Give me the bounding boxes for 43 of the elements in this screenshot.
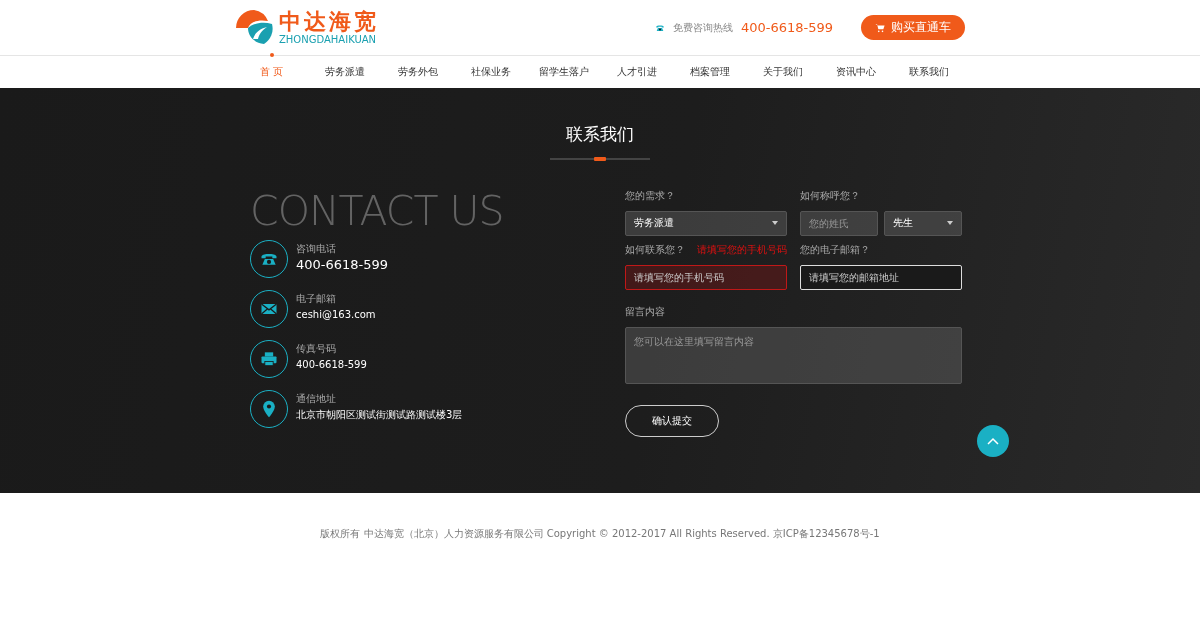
need-select[interactable]: 劳务派遣 xyxy=(625,210,787,236)
field-label: 如何联系您？ xyxy=(625,244,685,258)
field-label: 您的需求？ xyxy=(625,190,675,203)
contact-value: 400-6618-599 xyxy=(296,358,367,372)
contact-label: 传真号码 xyxy=(296,343,337,355)
field-label: 您的电子邮箱？ xyxy=(800,244,870,258)
nav-tab[interactable]: 资讯中心 xyxy=(819,56,892,88)
title-select[interactable]: 先生 xyxy=(884,210,962,236)
nav-tab[interactable]: 关于我们 xyxy=(746,56,819,88)
email-field[interactable]: 请填写您的邮箱地址 xyxy=(800,264,962,290)
contact-heading: CONTACT US xyxy=(250,188,504,234)
phone-field[interactable]: 请填写您的手机号码 xyxy=(625,264,787,290)
contact-label: 电子邮箱 xyxy=(296,293,337,305)
error-message: 请填写您的手机号码 xyxy=(697,244,787,258)
caret-icon xyxy=(772,221,778,226)
name-field[interactable]: 您的姓氏 xyxy=(800,210,878,236)
contact-label: 咨询电话 xyxy=(296,243,337,255)
contact-label: 通信地址 xyxy=(296,393,337,405)
cart-icon xyxy=(875,22,885,33)
nav-tab[interactable]: 社保业务 xyxy=(454,56,527,88)
caret-icon xyxy=(947,221,953,226)
contact-value: ceshi@163.com xyxy=(296,308,376,322)
logo-text: 中达海宽 xyxy=(279,9,379,34)
message-field[interactable]: 您可以在这里填写留言内容 xyxy=(625,326,962,384)
nav-tab[interactable]: 首 页 xyxy=(235,56,308,88)
scroll-top-button[interactable] xyxy=(977,425,1009,457)
field-label: 如何称呼您？ xyxy=(800,190,860,203)
hotline-number: 400-6618-599 xyxy=(740,20,833,35)
copyright-text: 版权所有 中达海宽（北京）人力资源服务有限公司 Copyright © 2012-2017 All Rights Reserved. 京ICP备12345678号-1 xyxy=(319,527,881,541)
chevron-up-icon xyxy=(987,437,999,445)
field-label: 留言内容 xyxy=(625,306,665,320)
logo-subtitle: ZHONGDAHAIKUAN xyxy=(279,33,378,46)
contact-value: 400-6618-599 xyxy=(296,257,389,273)
section-title: 联系我们 xyxy=(565,123,635,144)
logo-icon xyxy=(235,8,273,47)
hotline-label: 免费咨询热线 xyxy=(672,20,733,35)
contact-value: 北京市朝阳区测试街测试路测试楼3层 xyxy=(296,408,463,422)
nav-tab[interactable]: 留学生落户 xyxy=(527,56,600,88)
nav-tab[interactable]: 劳务外包 xyxy=(381,56,454,88)
nav-tab[interactable]: 联系我们 xyxy=(892,56,965,88)
nav-tab[interactable]: 档案管理 xyxy=(673,56,746,88)
nav-tab[interactable]: 人才引进 xyxy=(600,56,673,88)
nav-tab[interactable]: 劳务派遣 xyxy=(308,56,381,88)
